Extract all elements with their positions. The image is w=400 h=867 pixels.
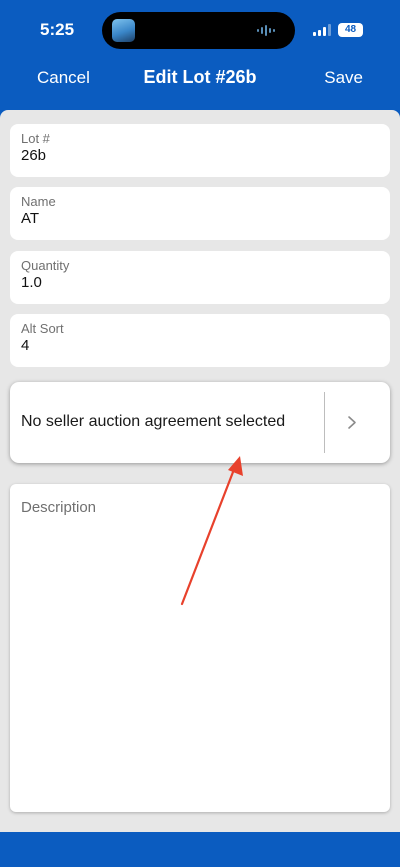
name-label: Name <box>21 194 56 209</box>
status-bar: 5:25 48 <box>0 0 400 60</box>
lot-number-value[interactable]: 26b <box>21 147 46 164</box>
quantity-label: Quantity <box>21 258 70 273</box>
chevron-right-icon[interactable] <box>347 415 357 430</box>
name-value[interactable]: AT <box>21 210 39 227</box>
seller-agreement-label: No seller auction agreement selected <box>21 413 286 430</box>
cancel-button[interactable]: Cancel <box>37 68 90 88</box>
quantity-value[interactable]: 1.0 <box>21 274 42 291</box>
lot-number-label: Lot # <box>21 131 50 146</box>
dynamic-island <box>102 12 295 49</box>
lot-number-field[interactable]: Lot # 26b <box>10 124 390 177</box>
cellular-signal-icon <box>313 24 331 36</box>
audio-waveform-icon <box>257 25 275 36</box>
status-time: 5:25 <box>40 20 75 39</box>
battery-icon: 48 <box>338 23 363 37</box>
quantity-field[interactable]: Quantity 1.0 <box>10 251 390 304</box>
description-textarea[interactable]: Description <box>10 484 390 812</box>
save-button[interactable]: Save <box>324 68 363 88</box>
alt-sort-field[interactable]: Alt Sort 4 <box>10 314 390 367</box>
seller-agreement-selector[interactable]: No seller auction agreement selected <box>10 382 390 463</box>
divider <box>324 392 325 453</box>
navigation-bar: Cancel Edit Lot #26b Save <box>0 60 400 110</box>
form-sheet: Lot # 26b Name AT Quantity 1.0 Alt Sort … <box>0 110 400 832</box>
alt-sort-value[interactable]: 4 <box>21 337 29 354</box>
description-placeholder: Description <box>21 499 97 516</box>
name-field[interactable]: Name AT <box>10 187 390 240</box>
alt-sort-label: Alt Sort <box>21 321 64 336</box>
now-playing-thumbnail <box>112 19 135 42</box>
